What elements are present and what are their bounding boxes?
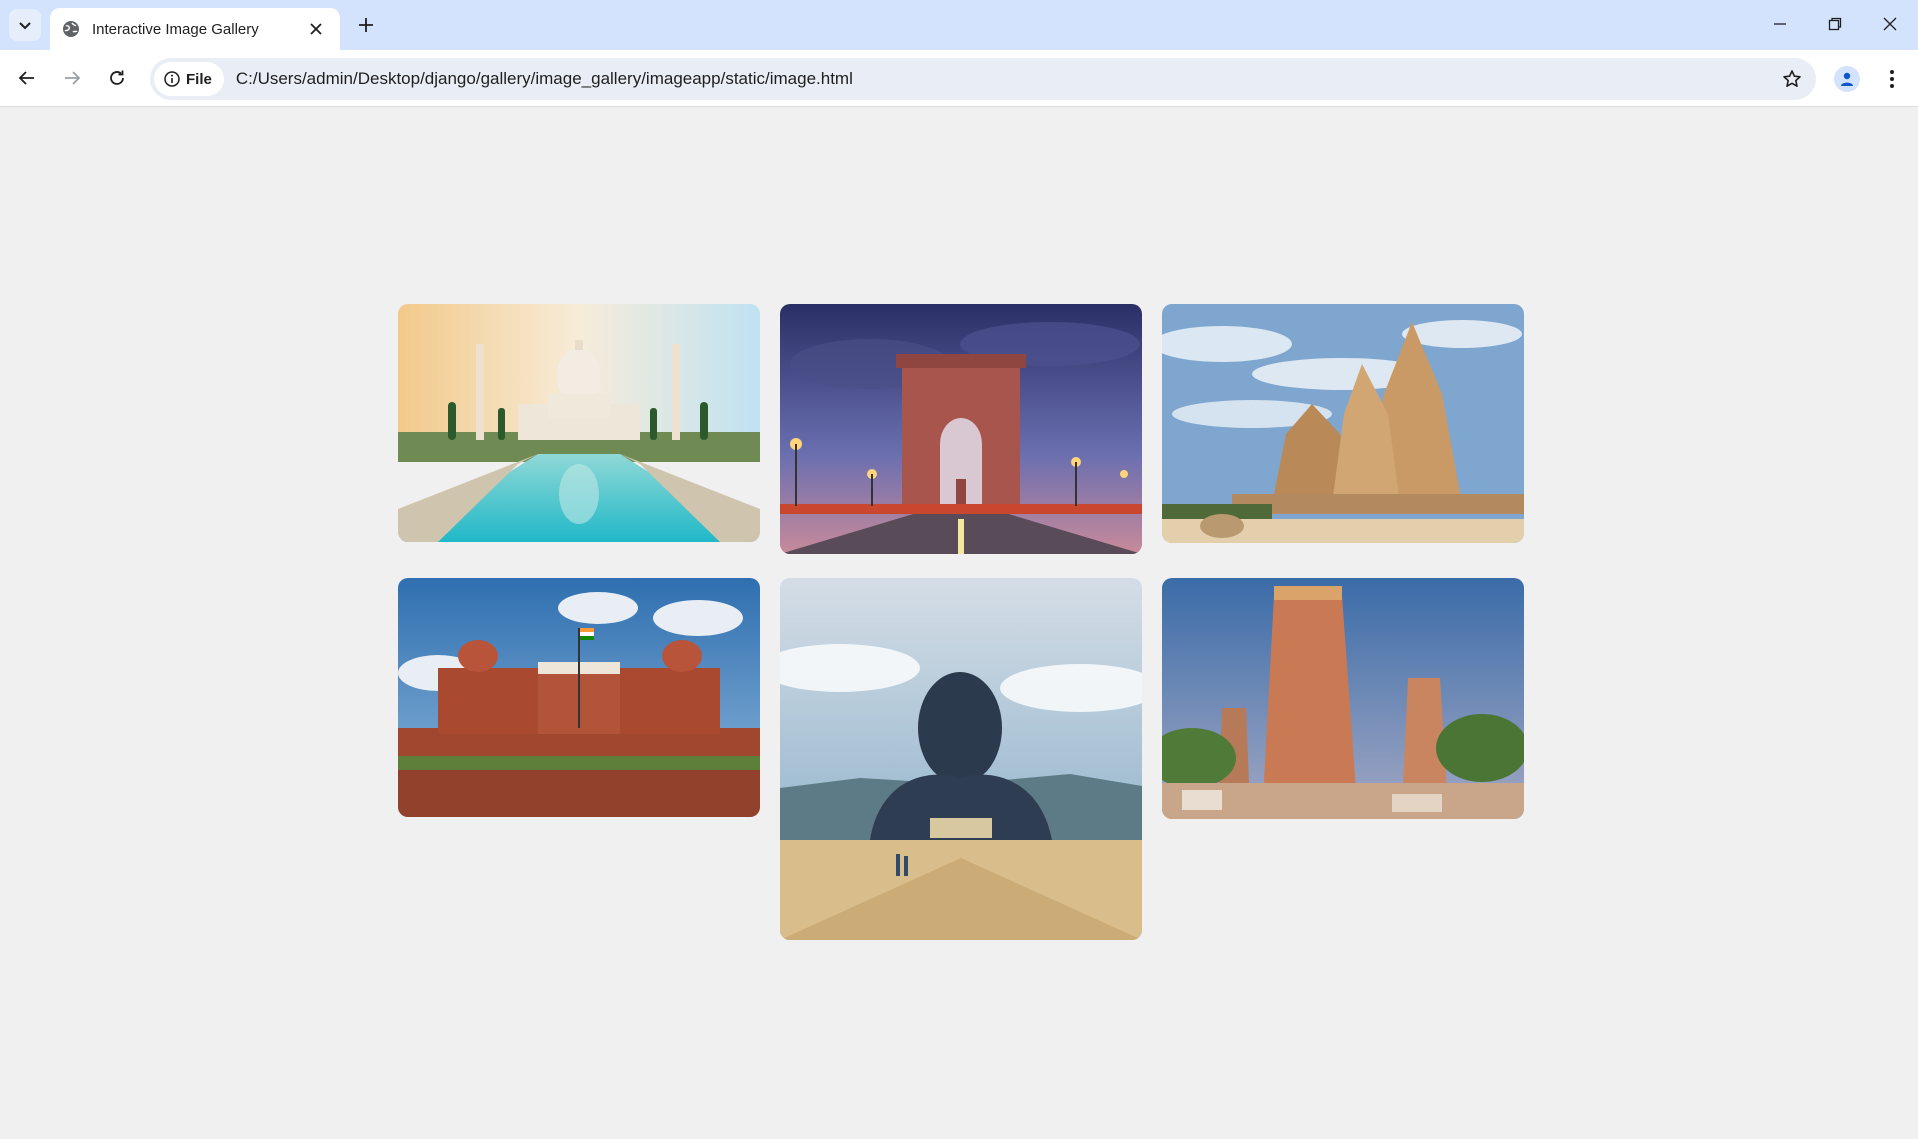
gallery-image-india-gate[interactable] [780,304,1142,554]
tab-close-button[interactable] [304,17,328,41]
arrow-left-icon [18,71,34,85]
image-gallery [398,304,1524,1004]
url-text[interactable]: C:/Users/admin/Desktop/django/gallery/im… [236,69,853,89]
gallery-image-adiyogi-statue[interactable] [780,578,1142,940]
red-fort-illustration [398,578,760,817]
minimize-button[interactable] [1752,0,1808,48]
plus-icon [359,18,373,32]
info-icon [164,71,180,87]
browser-menu-button[interactable] [1874,61,1910,97]
gallery-image-khajuraho-temple[interactable] [1162,304,1524,543]
meenakshi-temple-illustration [1162,578,1524,819]
gallery-image-meenakshi-temple[interactable] [1162,578,1524,819]
khajuraho-temple-illustration [1162,304,1524,543]
tab-strip: Interactive Image Gallery [0,0,1918,50]
address-bar[interactable]: File C:/Users/admin/Desktop/django/galle… [150,58,1816,100]
tab-title: Interactive Image Gallery [92,20,259,38]
new-tab-button[interactable] [352,11,380,39]
close-icon [310,23,322,35]
avatar [1834,66,1860,92]
minimize-icon [1774,23,1786,25]
site-info-label: File [186,70,212,88]
chevron-down-icon [19,22,31,30]
restore-button[interactable] [1807,0,1863,48]
gallery-image-taj-mahal[interactable] [398,304,760,542]
site-info-chip[interactable]: File [154,62,224,96]
close-window-button[interactable] [1862,0,1918,48]
browser-toolbar: File C:/Users/admin/Desktop/django/galle… [0,50,1918,107]
reload-icon [110,70,124,85]
arrow-right-icon [65,71,81,85]
bookmark-button[interactable] [1778,65,1806,93]
taj-mahal-illustration [398,304,760,542]
globe-icon [63,21,79,37]
gallery-image-red-fort[interactable] [398,578,760,817]
reload-button[interactable] [99,60,135,96]
person-icon [1841,72,1853,86]
browser-tab[interactable]: Interactive Image Gallery [50,8,340,50]
close-icon [1883,17,1897,31]
back-button[interactable] [9,60,45,96]
forward-button[interactable] [54,60,90,96]
restore-icon [1828,17,1842,31]
star-icon [1783,70,1801,87]
kebab-menu-icon [1890,70,1894,88]
profile-button[interactable] [1829,61,1865,97]
india-gate-illustration [780,304,1142,554]
adiyogi-statue-illustration [780,578,1142,940]
tab-search-button[interactable] [9,9,41,41]
